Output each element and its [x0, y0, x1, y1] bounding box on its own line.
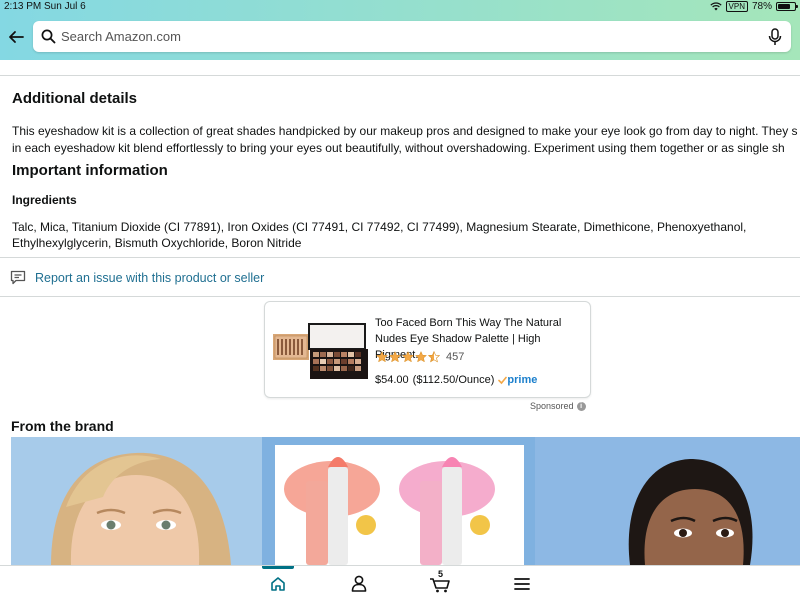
model-portrait-image [11, 437, 262, 565]
lip-products-image [262, 437, 535, 565]
nav-account[interactable] [339, 566, 379, 600]
nav-home[interactable] [258, 566, 298, 600]
ingredients-line-1: Talc, Mica, Titanium Dioxide (CI 77891),… [12, 220, 747, 234]
ingredients-heading: Ingredients [12, 193, 77, 207]
status-indicators: VPN 78% [709, 1, 798, 12]
bottom-navigation: 5 [0, 565, 800, 600]
search-bar[interactable] [33, 21, 791, 52]
model-portrait-image [535, 437, 800, 565]
brand-image-model-1[interactable] [11, 437, 262, 565]
brand-image-products[interactable] [262, 437, 535, 565]
status-date: Sun Jul 6 [44, 1, 86, 12]
prime-check-icon [498, 376, 508, 384]
sponsored-product-card[interactable]: Too Faced Born This Way The Natural Nude… [264, 301, 591, 398]
additional-details-line-2: in each eyeshadow kit blend effortlessly… [12, 141, 785, 155]
cart-count: 5 [438, 569, 444, 579]
additional-details-line-1: This eyeshadow kit is a collection of gr… [12, 124, 798, 138]
battery-icon [776, 2, 798, 11]
from-the-brand-heading: From the brand [11, 418, 114, 434]
nav-cart[interactable]: 5 [420, 566, 460, 600]
divider [0, 296, 800, 297]
prime-label: prime [507, 374, 538, 386]
additional-details-heading: Additional details [12, 90, 138, 107]
brand-image-model-2[interactable] [535, 437, 800, 565]
ingredients-line-2: Ethylhexylglycerin, Bismuth Oxychloride,… [12, 236, 302, 250]
rating-stars-icon [376, 351, 440, 363]
divider [0, 257, 800, 258]
back-arrow-icon[interactable] [6, 27, 26, 47]
unit-price: ($112.50/Ounce) [412, 374, 495, 386]
report-issue-link[interactable]: Report an issue with this product or sel… [10, 270, 264, 285]
sponsored-text: Sponsored [530, 401, 574, 411]
home-icon [271, 576, 285, 591]
status-bar: 2:13 PM Sun Jul 6 VPN 78% [0, 0, 800, 14]
vpn-badge: VPN [725, 1, 748, 12]
product-price: $54.00 [375, 374, 409, 386]
status-time: 2:13 PM [4, 1, 42, 12]
battery-fill [778, 4, 791, 9]
divider [0, 75, 800, 76]
microphone-icon[interactable] [768, 28, 782, 46]
price-row: $54.00 ($112.50/Ounce) prime [375, 374, 537, 386]
important-information-heading: Important information [12, 162, 168, 179]
report-issue-label[interactable]: Report an issue with this product or sel… [35, 271, 264, 285]
prime-badge: prime [498, 374, 537, 386]
product-image [273, 323, 368, 379]
rating-count: 457 [446, 351, 465, 363]
info-icon[interactable]: i [576, 401, 586, 411]
search-input[interactable] [60, 21, 750, 52]
menu-icon [514, 577, 530, 590]
app-header: 2:13 PM Sun Jul 6 VPN 78% [0, 0, 800, 60]
wifi-icon [709, 2, 722, 11]
battery-percent: 78% [751, 1, 772, 12]
account-icon [351, 575, 367, 592]
sponsored-label[interactable]: Sponsored i [530, 401, 586, 411]
star-rating: 457 [376, 351, 464, 363]
comment-icon [10, 270, 26, 285]
search-icon [41, 29, 56, 44]
nav-menu[interactable] [502, 566, 542, 600]
